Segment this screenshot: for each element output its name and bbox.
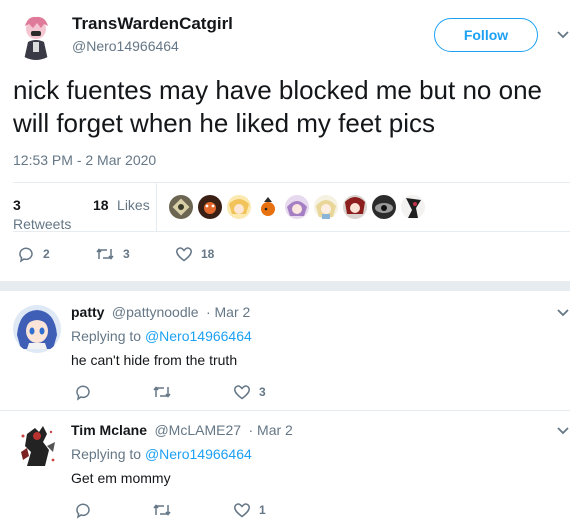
replying-to-prefix: Replying to: [71, 446, 142, 462]
stats-separator: [156, 183, 157, 231]
replying-to: Replying to @Nero14966464: [71, 446, 252, 462]
like-action[interactable]: 3: [233, 383, 266, 401]
liker-avatar-6: [314, 195, 338, 219]
liker-avatar-2: [198, 195, 222, 219]
like-count: 18: [201, 247, 215, 261]
liker-avatar-3: [227, 195, 251, 219]
divider: [0, 410, 570, 411]
reply-action[interactable]: [74, 501, 100, 519]
reply-author-name[interactable]: patty: [71, 304, 104, 320]
retweets-count: 3: [13, 197, 21, 213]
reply-text: he can't hide from the truth: [71, 352, 238, 368]
retweets-label: Retweets: [13, 216, 72, 232]
retweet-icon: [152, 501, 172, 519]
follow-button-label: Follow: [463, 27, 509, 43]
replying-to-prefix: Replying to: [71, 328, 142, 344]
likes-label: Likes: [117, 197, 150, 213]
reply-author-name[interactable]: Tim Mclane: [71, 422, 147, 438]
liker-avatar-8: [372, 195, 396, 219]
reply-avatar[interactable]: [13, 305, 61, 353]
chevron-down-icon[interactable]: [556, 426, 570, 436]
tweet-timestamp[interactable]: 12:53 PM - 2 Mar 2020: [13, 152, 156, 168]
reply-icon: [74, 501, 92, 519]
reply-action[interactable]: [74, 383, 100, 401]
divider: [13, 231, 570, 232]
retweet-action[interactable]: [152, 501, 180, 519]
retweet-action[interactable]: 3: [95, 245, 130, 263]
reply-icon: [74, 383, 92, 401]
divider: [13, 182, 570, 183]
heart-icon: [233, 383, 251, 401]
like-count: 3: [259, 385, 266, 399]
like-count: 1: [259, 503, 266, 517]
author-handle[interactable]: @Nero14966464: [72, 38, 179, 54]
retweet-icon: [152, 383, 172, 401]
reply-text: Get em mommy: [71, 470, 171, 486]
chevron-down-icon[interactable]: [556, 308, 570, 318]
liker-avatar-4: [256, 195, 280, 219]
heart-icon: [233, 501, 251, 519]
reply-avatar[interactable]: [13, 422, 61, 470]
retweet-action[interactable]: [152, 383, 180, 401]
author-name[interactable]: TransWardenCatgirl: [72, 14, 233, 34]
retweets-stat[interactable]: 3 Retweets: [13, 197, 71, 232]
reply-date[interactable]: · Mar 2: [206, 304, 250, 320]
follow-button[interactable]: Follow: [434, 18, 538, 52]
tweet-text: nick fuentes may have blocked me but no …: [13, 75, 542, 138]
reply-date[interactable]: · Mar 2: [248, 422, 292, 438]
liker-avatar-5: [285, 195, 309, 219]
liker-avatar-9: [401, 195, 425, 219]
replying-to: Replying to @Nero14966464: [71, 328, 252, 344]
replying-to-link[interactable]: @Nero14966464: [145, 446, 252, 462]
reply-header: patty @pattynoodle · Mar 2: [71, 304, 250, 322]
reply-author-handle[interactable]: @McLAME27: [154, 422, 241, 438]
reply-icon: [17, 245, 35, 263]
likes-stat[interactable]: 18 Likes: [93, 197, 150, 215]
like-action[interactable]: 1: [233, 501, 266, 519]
likes-count: 18: [93, 197, 109, 213]
heart-icon: [175, 245, 193, 263]
like-action[interactable]: 18: [175, 245, 214, 263]
replying-to-link[interactable]: @Nero14966464: [145, 328, 252, 344]
reply-header: Tim Mclane @McLAME27 · Mar 2: [71, 422, 293, 440]
liker-avatar-1: [169, 195, 193, 219]
reply-count: 2: [43, 247, 50, 261]
reply-author-handle[interactable]: @pattynoodle: [112, 304, 199, 320]
liker-avatars: [168, 194, 428, 220]
thread-separator: [0, 281, 570, 291]
liker-avatar-7: [343, 195, 367, 219]
chevron-down-icon[interactable]: [556, 30, 570, 40]
retweet-count: 3: [123, 247, 130, 261]
author-avatar[interactable]: [12, 12, 60, 60]
reply-action[interactable]: 2: [17, 245, 50, 263]
retweet-icon: [95, 245, 115, 263]
